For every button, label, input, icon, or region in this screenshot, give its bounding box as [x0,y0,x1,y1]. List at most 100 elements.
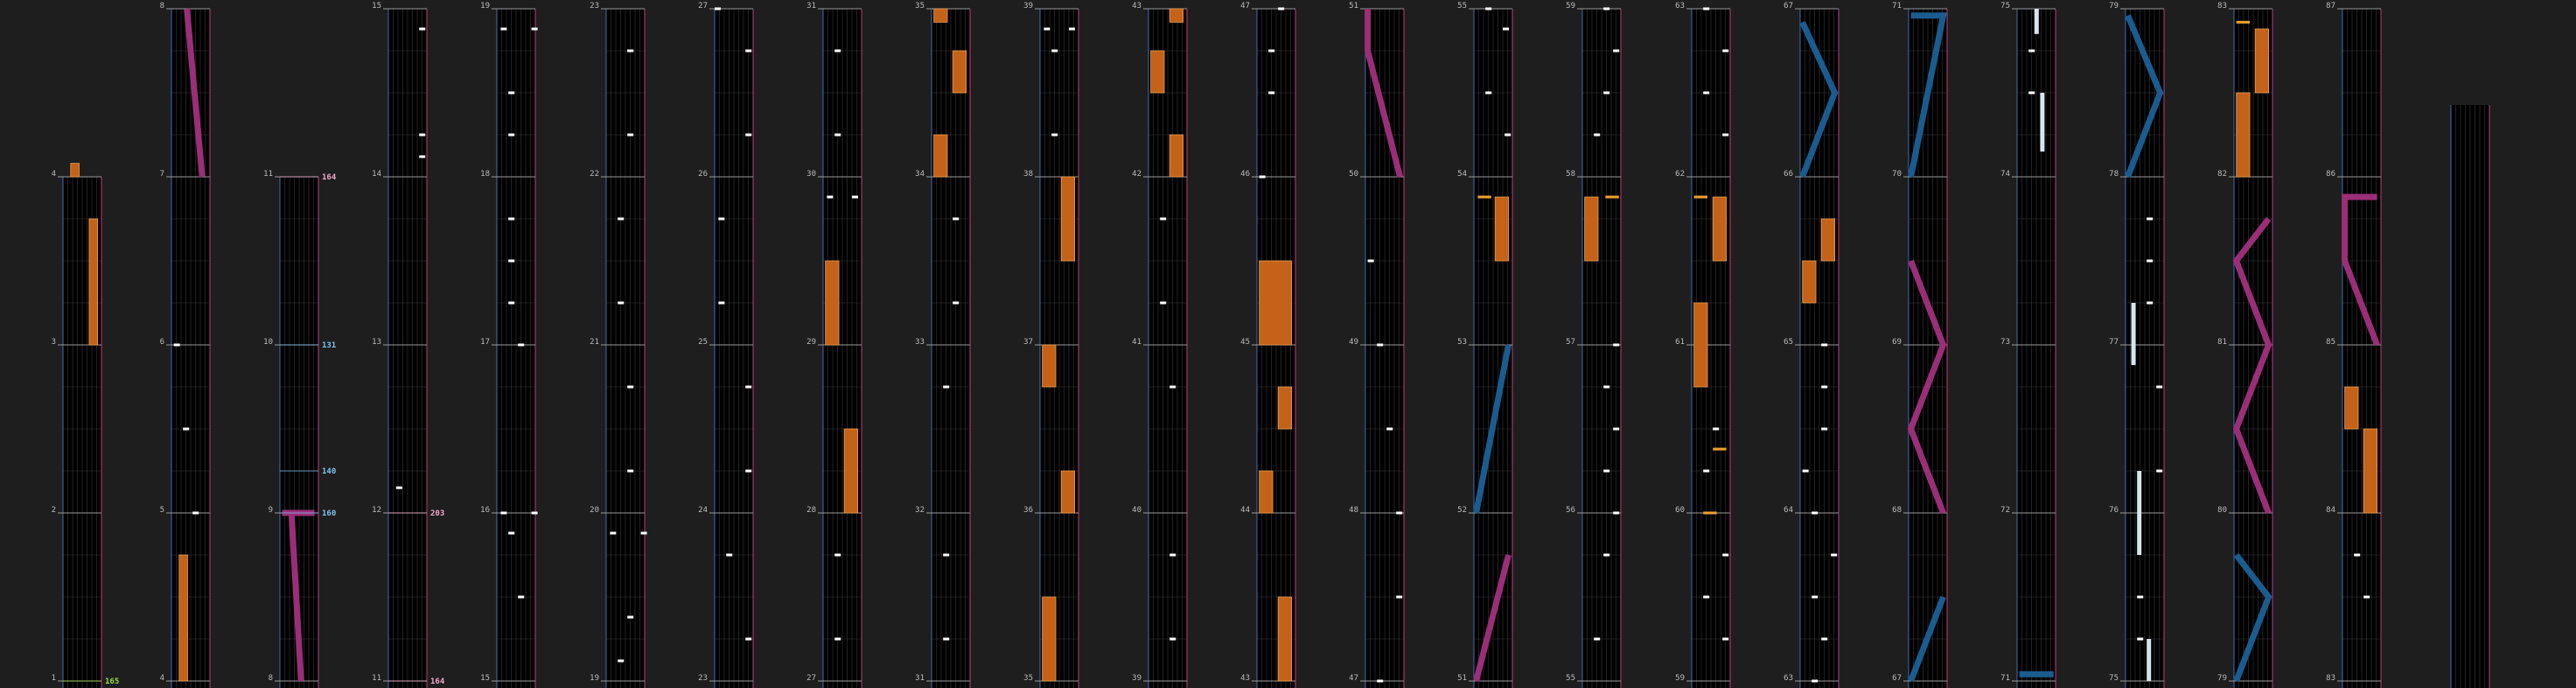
tap-note [531,27,538,31]
hold-note [1494,196,1509,262]
light-hold-note [2040,93,2045,152]
tap-note [508,217,515,221]
bpm-label: 140 [322,467,336,476]
hold-start-marker [1713,447,1727,451]
measure-number: 62 [1675,170,1685,179]
tap-note [745,49,752,53]
hold-start-marker [2236,20,2251,24]
tap-note [192,511,199,515]
tap-note [627,49,634,53]
tap-note [718,217,725,221]
tap-note [2354,553,2361,557]
tap-note [943,637,950,641]
measure-number: 43 [1132,2,1141,11]
measure-number: 18 [480,170,490,179]
tap-note [1169,553,1176,557]
measure-number: 21 [590,338,599,347]
tap-note [1160,301,1167,305]
measure-number: 73 [2000,338,2010,347]
tap-note [518,343,525,347]
hold-note [1150,50,1165,94]
tap-note [610,531,617,535]
hold-note [1820,218,1835,262]
tap-note [1169,385,1176,389]
measure-number: 55 [1566,674,1575,683]
measure-number: 15 [372,2,381,11]
measure-number: 14 [372,170,381,179]
measure-number: 48 [1349,506,1358,515]
hold-note [88,218,98,346]
tap-note [1503,27,1509,31]
tap-note [508,531,515,535]
measure-number: 6 [160,338,164,347]
tap-note [953,301,960,305]
tap-note [2028,49,2035,53]
tap-note [500,511,507,515]
tap-note [395,486,402,489]
tap-note [745,637,752,641]
hold-start-marker [1605,195,1619,199]
tap-note [1713,427,1720,431]
tap-note [2363,595,2370,599]
tap-note [1802,469,1809,473]
tap-note [2028,91,2035,95]
measure-number: 37 [1023,338,1033,347]
measure-number: 71 [1892,2,1902,11]
tap-note [508,259,515,263]
tap-note [1613,49,1620,53]
bpm-label: 164 [430,677,445,686]
hold-note [2236,92,2251,178]
hold-note [933,134,948,178]
tap-note [2156,385,2163,389]
measure-number: 68 [1892,506,1902,515]
measure-number: 75 [2109,674,2119,683]
measure-number: 85 [2326,338,2335,347]
tap-note [500,27,507,31]
measure-number: 7 [160,170,164,179]
measure-number: 77 [2109,338,2119,347]
tap-note [518,595,525,599]
measure-number: 22 [590,170,599,179]
measure-number: 13 [372,338,381,347]
measure-number: 27 [806,674,816,683]
tap-note [1613,427,1620,431]
hold-start-marker [1477,195,1491,199]
tap-note [1259,175,1266,179]
tap-note [1821,637,1828,641]
light-hold-note [2131,303,2136,366]
measure-number: 30 [806,170,816,179]
measure-number: 35 [1023,674,1033,683]
measure-number: 26 [698,170,708,179]
tap-note [1051,49,1058,53]
tap-note [618,301,625,305]
measure-number: 57 [1566,338,1575,347]
measure-number: 76 [2109,506,2119,515]
hold-note [1060,470,1075,514]
measure-number: 50 [1349,170,1358,179]
tap-note [2137,637,2144,641]
measure-number: 28 [806,506,816,515]
tap-note [2147,259,2154,263]
hold-note [825,260,840,346]
bpm-label: 165 [105,677,119,686]
measure-number: 71 [2000,674,2010,683]
bpm-label: 160 [322,509,336,518]
measure-number: 35 [915,2,925,11]
light-hold-note [2137,471,2142,555]
measure-number: 53 [1457,338,1467,347]
hold-note [2344,386,2359,430]
tap-note [715,7,721,11]
measure-number: 66 [1784,170,1793,179]
measure-number: 31 [915,674,925,683]
tap-note [627,133,634,137]
tap-note [1703,469,1710,473]
tap-note [627,615,634,619]
measure-number: 51 [1457,674,1467,683]
measure-number: 49 [1349,338,1358,347]
tap-note [1160,217,1167,221]
hold-note [1042,344,1057,388]
tap-note [1504,133,1511,137]
measure-number: 8 [160,2,164,11]
measure-number: 40 [1132,506,1141,515]
measure-number: 46 [1240,170,1250,179]
